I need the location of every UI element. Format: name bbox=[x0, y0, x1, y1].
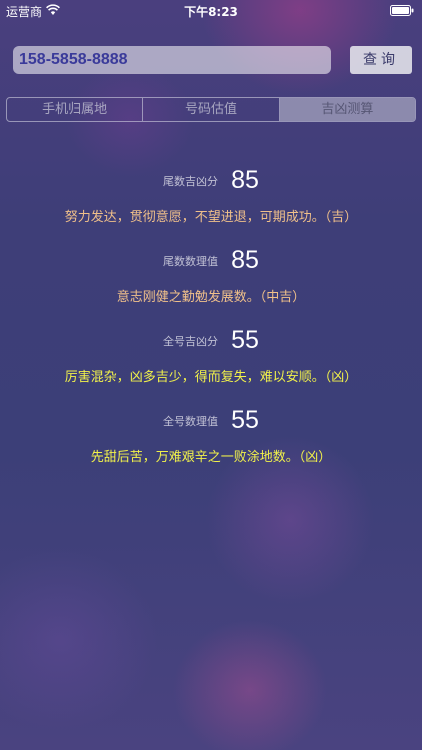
phone-number-input[interactable]: 158-5858-8888 bbox=[13, 46, 331, 74]
result-text: 先甜后苦，万难艰辛之一败涂地数。（凶） bbox=[90, 450, 332, 465]
tab-bar: 手机归属地 号码估值 吉凶测算 bbox=[6, 97, 416, 122]
tab-number-valuation[interactable]: 号码估值 bbox=[143, 98, 280, 121]
result-text: 努力发达，贯彻意愿，不望进退，可期成功。（吉） bbox=[64, 210, 358, 225]
result-label: 尾数吉凶分 bbox=[163, 174, 219, 188]
result-text: 厉害混杂，凶多吉少，得而复失，难以安顺。（凶） bbox=[64, 370, 358, 385]
result-value: 85 bbox=[231, 166, 259, 194]
result-text: 意志刚健之勤勉发展数。（中吉） bbox=[116, 290, 306, 305]
result-label: 全号数理值 bbox=[163, 414, 219, 428]
tab-fortune-calculation[interactable]: 吉凶测算 bbox=[279, 98, 415, 121]
result-tail-numerology-value: 尾数数理值 85 意志刚健之勤勉发展数。（中吉） bbox=[0, 246, 422, 305]
query-button[interactable]: 查询 bbox=[350, 46, 412, 74]
tab-phone-location[interactable]: 手机归属地 bbox=[7, 98, 144, 121]
result-full-numerology-value: 全号数理值 55 先甜后苦，万难艰辛之一败涂地数。（凶） bbox=[0, 406, 422, 465]
status-time: 下午8:23 bbox=[184, 5, 238, 19]
battery-icon bbox=[390, 5, 414, 16]
status-bar: 运营商 下午8:23 bbox=[0, 0, 422, 20]
result-value: 55 bbox=[231, 326, 259, 354]
result-tail-fortune-score: 尾数吉凶分 85 努力发达，贯彻意愿，不望进退，可期成功。（吉） bbox=[0, 166, 422, 225]
result-label: 尾数数理值 bbox=[163, 254, 219, 268]
result-value: 55 bbox=[231, 406, 259, 434]
result-full-fortune-score: 全号吉凶分 55 厉害混杂，凶多吉少，得而复失，难以安顺。（凶） bbox=[0, 326, 422, 385]
result-label: 全号吉凶分 bbox=[163, 334, 219, 348]
result-value: 85 bbox=[231, 246, 259, 274]
